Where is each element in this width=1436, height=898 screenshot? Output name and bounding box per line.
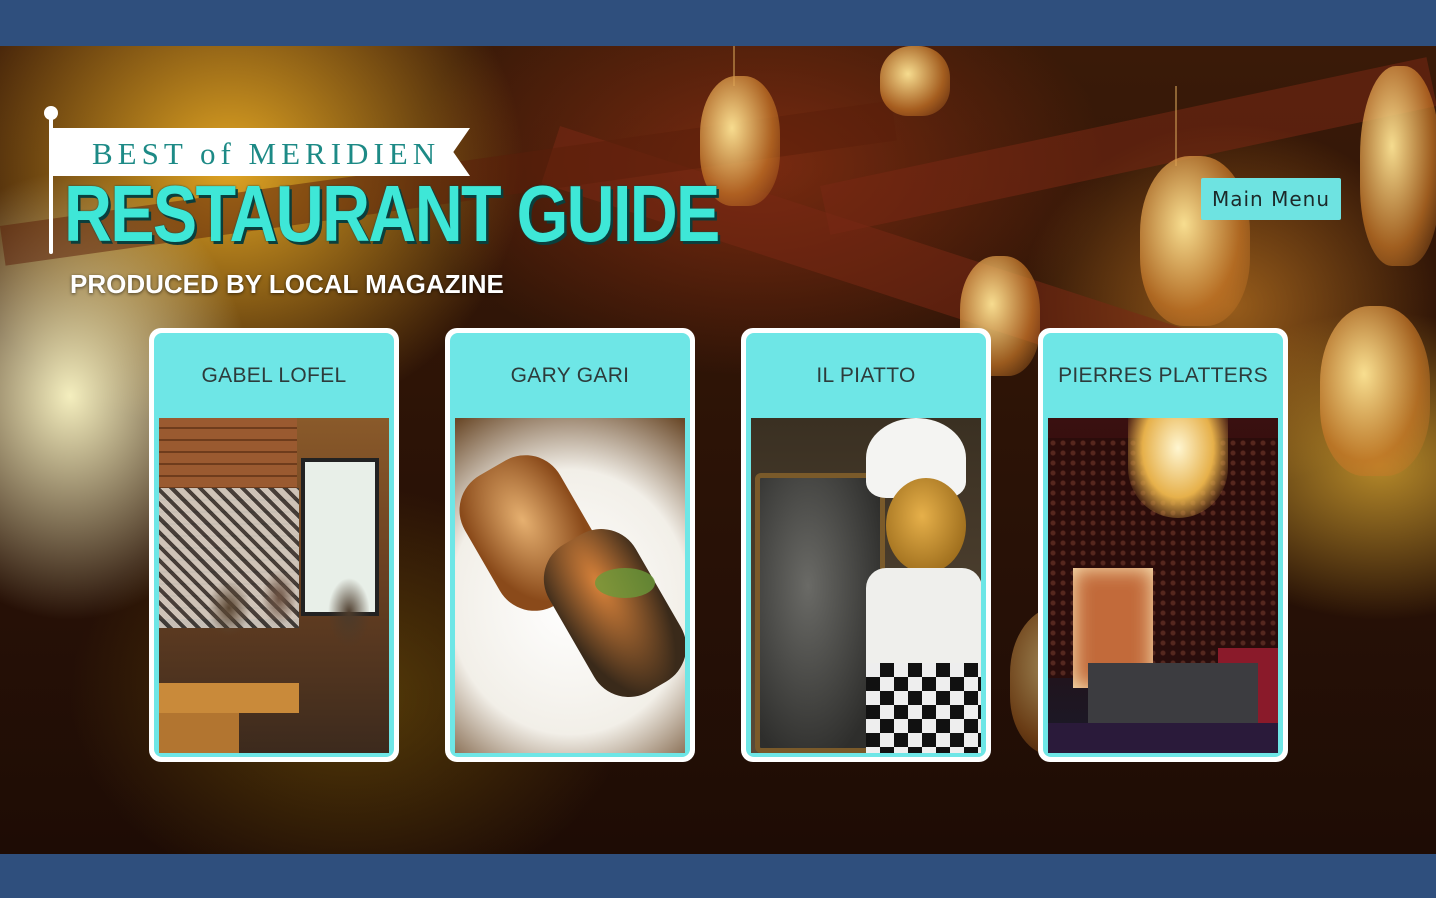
card-body: PIERRES PLATTERS [1043,333,1283,757]
card-body: GARY GARI [450,333,690,757]
bottom-bar [0,854,1436,898]
restaurant-name: PIERRES PLATTERS [1058,363,1268,387]
main-menu-button[interactable]: Main Menu [1201,178,1341,220]
hanging-lamp [1320,306,1430,476]
logo-flagpole [49,112,53,254]
top-bar [0,0,1436,46]
restaurant-name: GABEL LOFEL [201,363,347,387]
restaurant-photo [1048,418,1278,753]
card-body: IL PIATTO [746,333,986,757]
restaurant-photo [751,418,981,753]
restaurant-name: GARY GARI [510,363,630,387]
restaurant-card-gabel-lofel[interactable]: GABEL LOFEL [149,328,399,762]
logo-title: RESTAURANT GUIDE [64,169,720,258]
restaurant-photo [159,418,389,753]
restaurant-card-il-piatto[interactable]: IL PIATTO [741,328,991,762]
hanging-lamp [880,46,950,116]
lamp-cord [1175,86,1177,166]
restaurant-photo [455,418,685,753]
restaurant-card-pierres-platters[interactable]: PIERRES PLATTERS [1038,328,1288,762]
hanging-lamp [1360,66,1436,266]
logo-tagline: BEST of MERIDIEN [92,136,441,171]
restaurant-name: IL PIATTO [816,363,916,387]
card-body: GABEL LOFEL [154,333,394,757]
restaurant-card-gary-gari[interactable]: GARY GARI [445,328,695,762]
logo-subtitle: PRODUCED BY LOCAL MAGAZINE [70,269,504,299]
